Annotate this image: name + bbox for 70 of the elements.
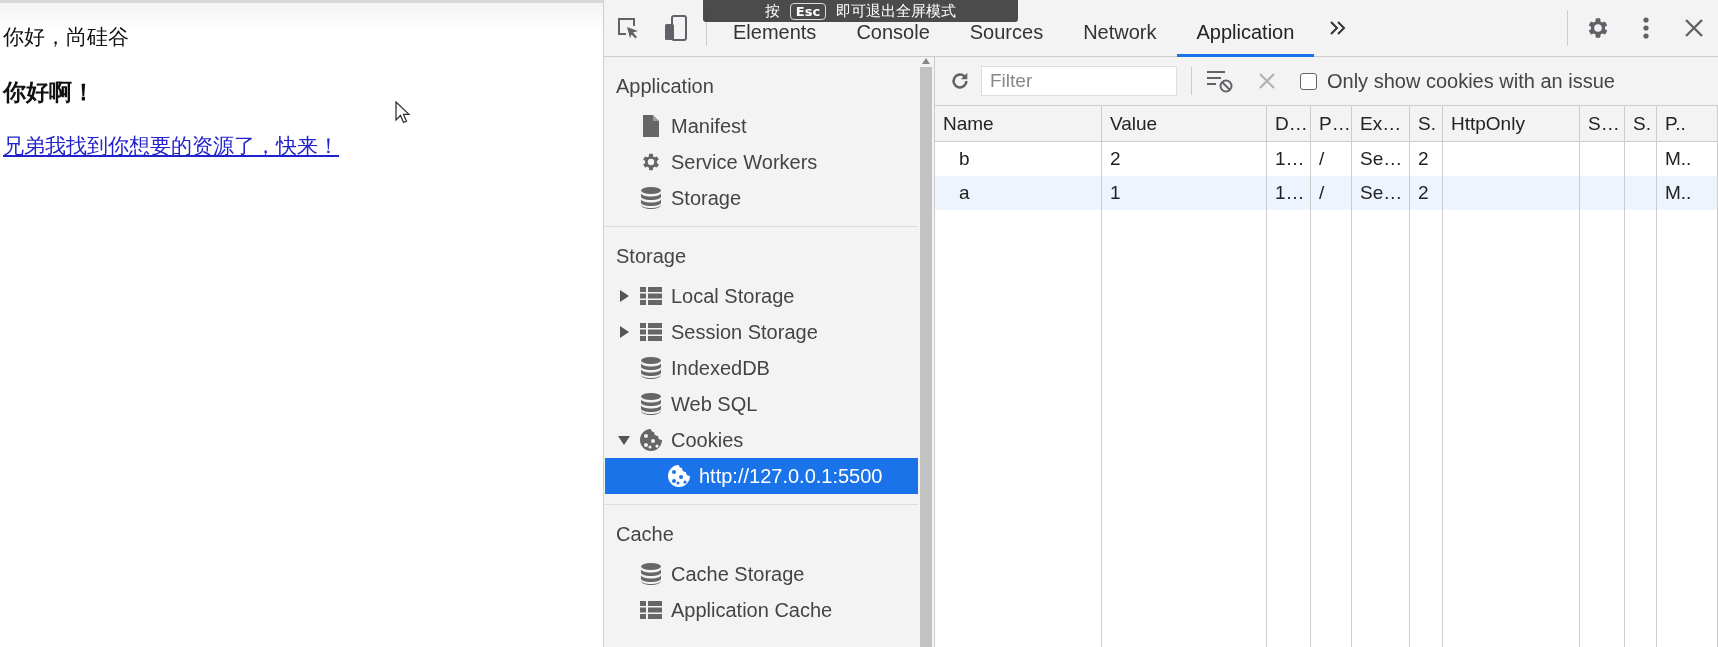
notice-text: 按 [764, 1, 780, 21]
table-cell: 1… [1275, 148, 1305, 170]
section-title: Application [615, 74, 714, 99]
tree-item[interactable]: Service Workers [605, 144, 918, 180]
table-cell: M.. [1665, 148, 1692, 170]
column-header[interactable]: Ex… [1352, 106, 1410, 142]
table-cell: Se… [1360, 148, 1403, 170]
column-header[interactable]: P… [1311, 106, 1352, 142]
table-cell: / [1319, 182, 1325, 204]
column-header[interactable]: Value [1102, 106, 1267, 142]
section-title: Cache [615, 522, 674, 547]
table-cell: b [959, 148, 970, 170]
grid-icon [640, 323, 662, 341]
key-label: Esc [789, 2, 827, 20]
greeting-text: 你好，尚硅谷 [3, 24, 129, 51]
table-cell: 1… [1275, 182, 1305, 204]
tree-item[interactable]: http://127.0.0.1:5500 [605, 458, 918, 494]
tree-item[interactable]: Cache Storage [605, 556, 918, 592]
refresh-icon[interactable] [949, 70, 971, 92]
column-header[interactable]: S… [1580, 106, 1625, 142]
table-cell: Se… [1360, 182, 1403, 204]
database-icon [641, 187, 661, 209]
tree-item[interactable]: Storage [605, 180, 918, 216]
collapsed-arrow-icon[interactable] [618, 326, 630, 338]
column-header[interactable]: HttpOnly [1443, 106, 1580, 142]
filter-field[interactable]: Filter [981, 66, 1177, 96]
grid-icon [640, 601, 662, 619]
tree-item[interactable]: Cookies [605, 422, 918, 458]
database-icon [641, 393, 661, 415]
column-header[interactable]: S. [1410, 106, 1443, 142]
cookie-icon [640, 429, 662, 451]
database-icon [641, 357, 661, 379]
tree-item[interactable]: Application Cache [605, 592, 918, 628]
tree-item[interactable]: Web SQL [605, 386, 918, 422]
scrollbar-thumb[interactable] [920, 67, 932, 647]
menu-icon[interactable] [1643, 16, 1649, 40]
grid-icon [640, 287, 662, 305]
database-icon [641, 563, 661, 585]
expanded-arrow-icon[interactable] [618, 434, 630, 446]
mouse-pointer-icon [395, 101, 410, 124]
column-header[interactable]: Name [935, 106, 1102, 142]
cookie-icon [668, 465, 690, 487]
table-cell: M.. [1665, 182, 1692, 204]
device-toolbar-icon[interactable] [664, 15, 688, 41]
table-cell: / [1319, 148, 1325, 170]
page-heading: 你好啊！ [3, 78, 95, 107]
clear-filter-icon[interactable] [1206, 69, 1234, 93]
notice-text: 即可退出全屏模式 [836, 1, 957, 21]
resource-link[interactable]: 兄弟我找到你想要的资源了，快来！ [3, 132, 339, 160]
table-cell: a [959, 182, 970, 204]
tree-item[interactable]: Session Storage [605, 314, 918, 350]
tree-item[interactable]: Local Storage [605, 278, 918, 314]
more-tabs-icon[interactable] [1329, 20, 1348, 36]
table-cell: 2 [1110, 148, 1121, 170]
table-cell: 2 [1418, 148, 1429, 170]
inspect-icon[interactable] [616, 16, 640, 40]
collapsed-arrow-icon[interactable] [618, 290, 630, 302]
tree-item[interactable]: Manifest [605, 108, 918, 144]
table-cell: 1 [1110, 182, 1121, 204]
close-icon[interactable] [1684, 18, 1704, 38]
column-header[interactable]: S. [1625, 106, 1657, 142]
tree-item[interactable]: IndexedDB [605, 350, 918, 386]
file-icon [643, 115, 659, 137]
gear-icon [640, 151, 662, 173]
column-header[interactable]: D… [1267, 106, 1311, 142]
checkbox[interactable] [1300, 72, 1317, 90]
section-title: Storage [615, 244, 687, 269]
column-header[interactable]: P.. [1657, 106, 1718, 142]
table-cell: 2 [1418, 182, 1429, 204]
panel-tab[interactable]: Network [1063, 0, 1177, 57]
